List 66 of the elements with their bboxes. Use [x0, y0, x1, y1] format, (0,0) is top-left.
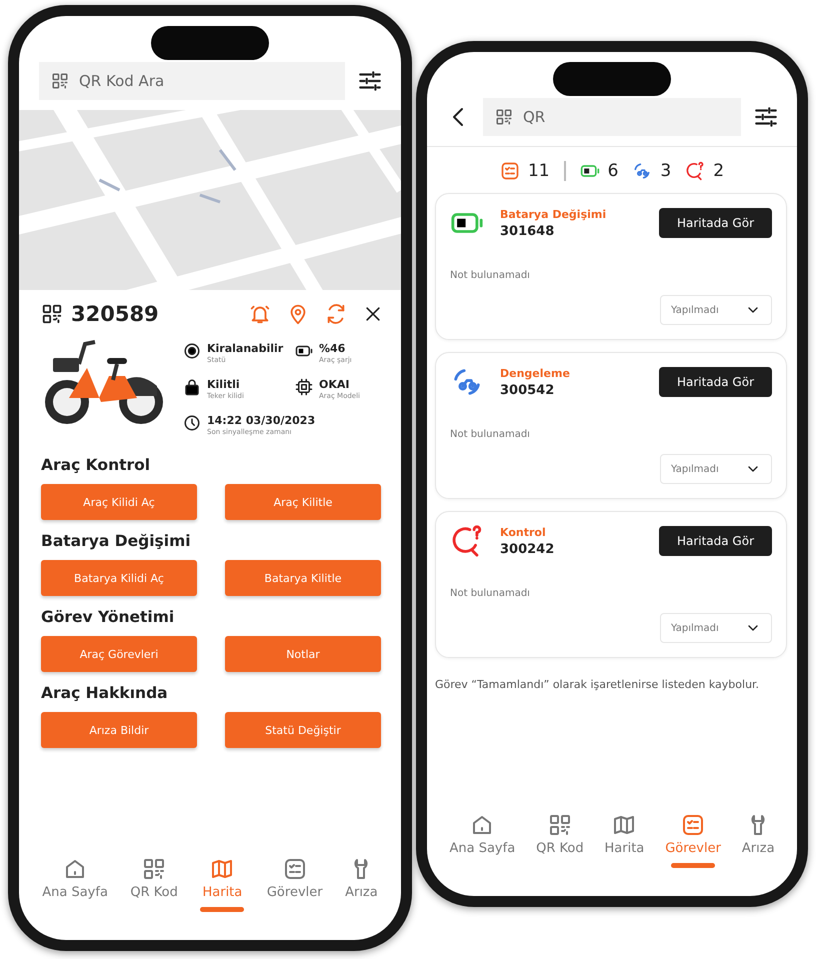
action-button[interactable]: Araç Görevleri: [41, 636, 197, 672]
status-dropdown[interactable]: Yapılmadı: [660, 613, 772, 643]
task-count: 2: [713, 161, 724, 181]
status-dropdown[interactable]: Yapılmadı: [660, 454, 772, 484]
qr-code-icon: [41, 303, 63, 325]
qr-code-icon: [51, 72, 69, 90]
vehicle-id: 300542: [500, 382, 556, 398]
task-count: 6: [608, 161, 618, 181]
map-icon: [612, 813, 636, 837]
action-button[interactable]: Statü Değiştir: [225, 712, 381, 748]
info-value: %46: [319, 342, 346, 355]
qr-code-icon: [495, 108, 513, 126]
info-value: OKAI: [319, 378, 350, 391]
qr-code-icon: [142, 857, 166, 881]
nav-tab[interactable]: Arıza: [341, 855, 382, 914]
nav-tab[interactable]: Görevler: [262, 855, 327, 914]
chip-icon: [295, 378, 313, 396]
nav-tab[interactable]: Ana Sayfa: [38, 855, 112, 914]
task-type: Kontrol: [500, 526, 547, 538]
nav-tab[interactable]: Harita: [600, 811, 648, 870]
info-value: 14:22 03/30/2023: [207, 414, 316, 427]
info-text: Görev “Tamamlandı” olarak işaretlenirse listeden kaybolur.: [434, 677, 760, 691]
vehicle-id: 320589: [71, 302, 159, 326]
action-button[interactable]: Araç Kilitle: [225, 484, 381, 520]
map-icon: [210, 857, 234, 881]
checklist-icon: [282, 857, 307, 881]
task-type: Dengeleme: [500, 366, 571, 380]
action-button[interactable]: Arıza Bildir: [41, 712, 197, 748]
note-text: Not bulunamadı: [450, 588, 531, 599]
refresh-icon[interactable]: [325, 303, 347, 325]
nav-tab[interactable]: Görevler: [661, 811, 725, 870]
show-on-map-button[interactable]: Haritada Gör: [658, 208, 772, 238]
status-dropdown[interactable]: Yapılmadı: [660, 295, 772, 325]
nav-tab[interactable]: Arıza: [738, 811, 779, 870]
task-count: 3: [660, 161, 672, 181]
show-on-map-button[interactable]: Haritada Gör: [658, 526, 772, 556]
search-question-icon: [450, 524, 484, 558]
section-title: Araç Kontrol: [41, 456, 152, 474]
note-text: Not bulunamadı: [450, 270, 531, 281]
nav-tab[interactable]: Harita: [196, 855, 248, 914]
section-title: Batarya Değişimi: [41, 532, 192, 550]
lock-icon: [183, 378, 201, 396]
task-count: 11: [528, 161, 550, 181]
nav-tab[interactable]: QR Kod: [126, 855, 182, 914]
info-value: Kiralanabilir: [207, 342, 284, 355]
nav-tab[interactable]: QR Kod: [532, 811, 588, 870]
search-field[interactable]: QR: [483, 98, 741, 136]
action-button[interactable]: Araç Kilidi Aç: [41, 484, 197, 520]
clock-icon: [183, 414, 201, 432]
search-field[interactable]: QR Kod Ara: [39, 62, 345, 100]
action-button[interactable]: Batarya Kilidi Aç: [41, 560, 197, 596]
show-on-map-button[interactable]: Haritada Gör: [658, 367, 772, 397]
action-button[interactable]: Batarya Kilitle: [225, 560, 381, 596]
section-title: Görev Yönetimi: [41, 608, 176, 626]
nav-tab[interactable]: Ana Sayfa: [445, 811, 520, 870]
qr-code-icon: [548, 813, 572, 837]
task-type: Batarya Değişimi: [500, 208, 608, 220]
vehicle-id: 300242: [500, 542, 556, 556]
checklist-icon: [681, 813, 706, 837]
vehicle-id: 301648: [500, 224, 556, 238]
info-value: Kilitli: [207, 378, 241, 391]
bell-icon[interactable]: [249, 303, 271, 325]
note-text: Not bulunamadı: [450, 429, 531, 440]
section-title: Araç Hakkında: [41, 684, 169, 702]
action-button[interactable]: Notlar: [225, 636, 381, 672]
radio-icon: [183, 342, 201, 360]
